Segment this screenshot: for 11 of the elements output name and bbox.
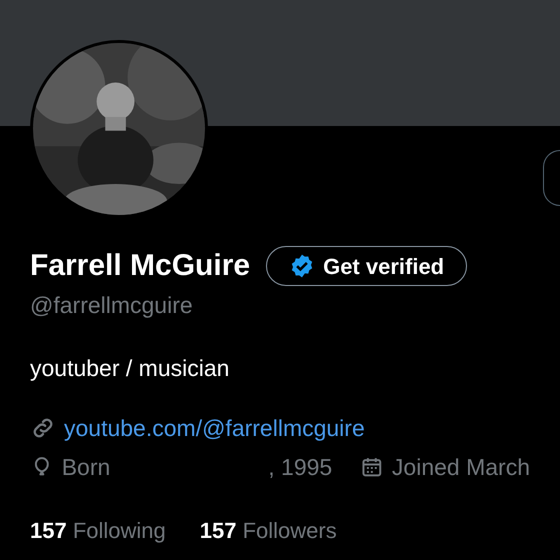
profile-bio: youtuber / musician — [30, 354, 230, 383]
joined-date: Joined March — [392, 452, 530, 482]
profile-link[interactable]: youtube.com/@farrellmcguire — [64, 411, 365, 446]
stat-link[interactable]: 157 Following — [30, 514, 166, 547]
birth-label: Born — [62, 452, 110, 482]
profile-action-button[interactable] — [543, 150, 560, 206]
profile-handle: @farrellmcguire — [30, 291, 194, 320]
get-verified-button[interactable]: Get verified — [266, 246, 468, 286]
stat-link[interactable]: 157 Followers — [200, 514, 337, 547]
birth-year: , 1995 — [268, 452, 332, 482]
profile-name: Farrell McGuire — [30, 248, 250, 284]
